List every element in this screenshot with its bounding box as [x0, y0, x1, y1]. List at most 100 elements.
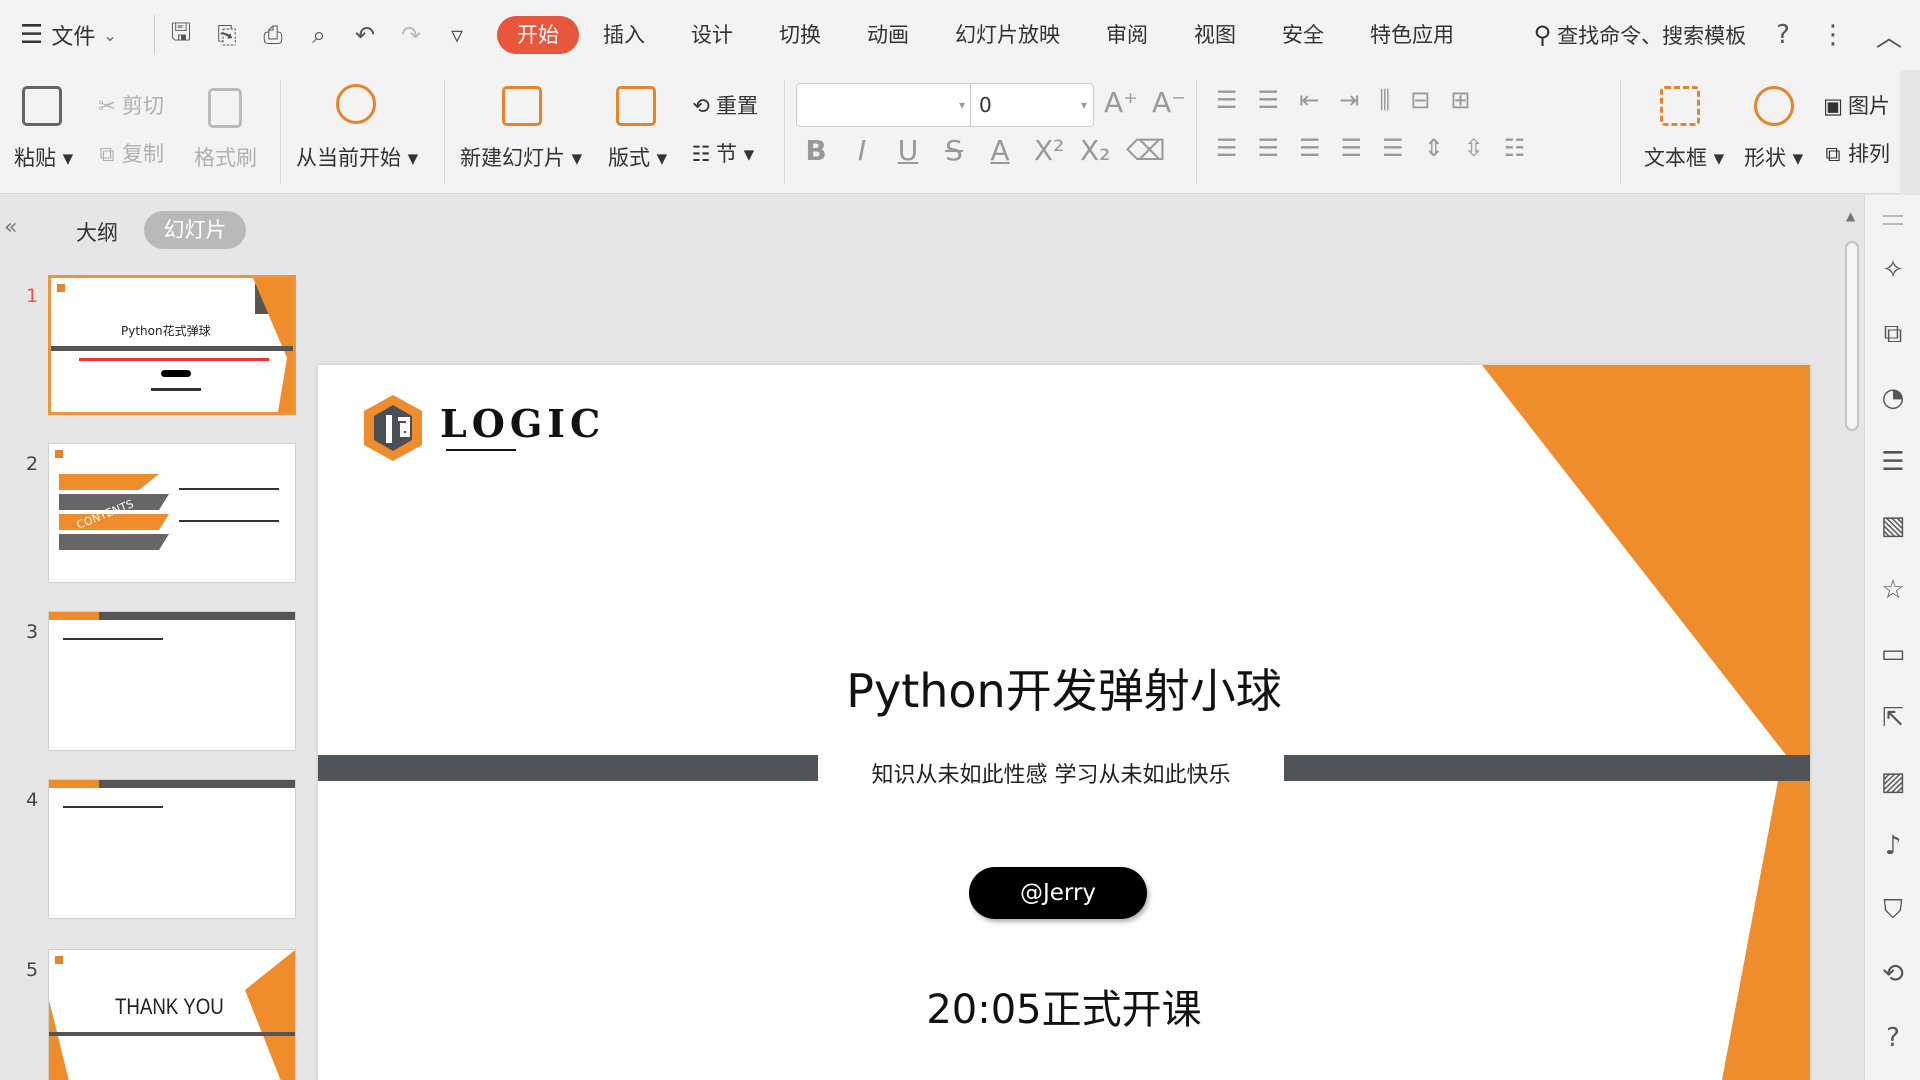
font-color-icon[interactable]: A — [988, 134, 1012, 167]
tab-special-apps[interactable]: 特色应用 — [1348, 16, 1476, 54]
slide-title[interactable]: Python开发弹射小球 — [318, 655, 1810, 721]
increase-font-icon[interactable]: A⁺ — [1104, 86, 1138, 119]
archive-icon[interactable]: ▭ — [1875, 639, 1911, 669]
slide-thumbnail-4[interactable] — [48, 779, 296, 919]
reset-button[interactable]: ⟲ 重置 — [690, 90, 758, 120]
subscript-icon[interactable]: X₂ — [1080, 134, 1110, 167]
paste-button[interactable]: 粘贴 ▾ — [14, 142, 73, 172]
slide-switch-icon[interactable]: ⧉ — [1875, 319, 1911, 350]
undo-icon[interactable]: ↶ — [351, 21, 379, 49]
superscript-icon[interactable]: X² — [1034, 134, 1064, 167]
favorite-star-icon[interactable]: ☆ — [1875, 575, 1911, 605]
new-slide-button[interactable]: 新建幻灯片 ▾ — [460, 142, 582, 172]
strikethrough-icon[interactable]: S — [942, 134, 966, 167]
slide-decoration — [1482, 365, 1810, 1080]
increase-indent-icon[interactable]: ⇥ — [1339, 86, 1359, 114]
command-search[interactable]: ⚲ 查找命令、搜索模板 — [1534, 20, 1747, 50]
align-center-icon[interactable]: ☰ — [1258, 134, 1280, 162]
slide-thumbnail-1[interactable]: Python花式弹球 — [48, 275, 296, 415]
convert-smartart-icon[interactable]: ⊞ — [1450, 86, 1470, 114]
magic-wand-icon[interactable]: ✧ — [1875, 255, 1911, 285]
tab-slideshow[interactable]: 幻灯片放映 — [933, 16, 1082, 54]
print-preview-icon[interactable]: ⌕ — [305, 21, 333, 49]
justify-icon[interactable]: ☰ — [1341, 134, 1363, 162]
slide-thumbnail-5[interactable]: THANK YOU — [48, 949, 296, 1080]
align-text-icon[interactable]: ⊟ — [1410, 86, 1430, 114]
numbered-list-icon[interactable]: ☰ — [1258, 86, 1280, 114]
bold-icon[interactable]: B — [804, 134, 828, 167]
distribute-icon[interactable]: ☰ — [1382, 134, 1404, 162]
arrange-button[interactable]: ⧉ 排列 — [1822, 138, 1891, 168]
tab-insert[interactable]: 插入 — [581, 16, 667, 54]
columns-icon[interactable]: ☷ — [1504, 134, 1526, 162]
shape-effects-icon[interactable]: ◔ — [1875, 383, 1911, 413]
copy-button[interactable]: ⧉ 复制 — [96, 138, 165, 168]
customize-toolbar-icon[interactable]: ▿ — [443, 21, 471, 49]
image-icon[interactable]: ▨ — [1875, 767, 1911, 797]
tab-review[interactable]: 审阅 — [1084, 16, 1170, 54]
slide-thumbnail-2[interactable]: CONTENTS — [48, 443, 296, 583]
tab-outline[interactable]: 大纲 — [76, 217, 118, 247]
align-left-icon[interactable]: ☰ — [1216, 134, 1238, 162]
help-icon[interactable]: ? — [1776, 20, 1790, 50]
help-circle-icon[interactable]: ? — [1875, 1023, 1911, 1053]
underline-icon[interactable]: U — [896, 134, 920, 167]
layout-label: 版式 — [608, 146, 650, 170]
properties-icon[interactable]: ☰ — [1875, 447, 1911, 477]
slide-subtitle[interactable]: 知识从未如此性感 学习从未如此快乐 — [818, 757, 1284, 789]
picture-button[interactable]: ▣ 图片 — [1822, 90, 1890, 120]
collapse-ribbon-icon[interactable]: ︿ — [1876, 17, 1902, 54]
tab-transitions[interactable]: 切换 — [757, 16, 843, 54]
decrease-font-icon[interactable]: A⁻ — [1152, 86, 1186, 119]
history-icon[interactable]: ⟲ — [1875, 959, 1911, 989]
tab-animations[interactable]: 动画 — [845, 16, 931, 54]
scrollbar-thumb[interactable] — [1845, 241, 1859, 431]
export-icon[interactable]: ⎘ — [213, 21, 241, 49]
share-icon[interactable]: ⇱ — [1875, 703, 1911, 733]
text-direction-icon[interactable]: ⫼ — [1379, 86, 1390, 114]
audio-icon[interactable]: ♪ — [1875, 831, 1911, 861]
font-family-select[interactable]: ▾ — [796, 83, 972, 127]
decrease-indent-icon[interactable]: ⇤ — [1299, 86, 1319, 114]
presenter-badge[interactable]: @Jerry — [969, 867, 1147, 919]
menu-bar: ☰ 文件 ⌄ 🖫 ⎘ ⎙ ⌕ ↶ ↷ ▿ 开始 插入 设计 切换 动画 幻灯片放… — [0, 0, 1920, 70]
scroll-up-icon[interactable]: ▲ — [1846, 209, 1855, 223]
bullet-list-icon[interactable]: ☰ — [1216, 86, 1238, 114]
tab-design[interactable]: 设计 — [669, 16, 755, 54]
collapse-panel-icon[interactable]: « — [4, 215, 17, 240]
current-slide[interactable]: LOGIC Python开发弹射小球 知识从未如此性感 学习从未如此快乐 @Je… — [318, 365, 1810, 1080]
italic-icon[interactable]: I — [850, 134, 874, 167]
divider — [784, 80, 785, 184]
menubar-right: ⚲ 查找命令、搜索模板 ? ⋮ ︿ — [1534, 17, 1920, 54]
shield-icon[interactable]: ⛉ — [1875, 895, 1911, 926]
save-icon[interactable]: 🖫 — [167, 15, 195, 56]
thumbnail-title: THANK YOU — [115, 994, 224, 1019]
shape-button[interactable]: 形状 ▾ — [1744, 142, 1803, 172]
redo-icon[interactable]: ↷ — [397, 21, 425, 49]
tab-home[interactable]: 开始 — [497, 16, 579, 54]
gallery-icon[interactable]: ▧ — [1875, 511, 1911, 541]
tab-view[interactable]: 视图 — [1172, 16, 1258, 54]
start-time-text[interactable]: 20:05正式开课 — [318, 977, 1810, 1035]
section-button[interactable]: ☷ 节 ▾ — [690, 138, 755, 168]
align-right-icon[interactable]: ☰ — [1299, 134, 1321, 162]
paragraph-spacing-icon[interactable]: ⇳ — [1464, 134, 1484, 162]
print-icon[interactable]: ⎙ — [259, 21, 287, 49]
tab-slides[interactable]: 幻灯片 — [144, 211, 246, 249]
format-painter-button[interactable]: 格式刷 — [194, 142, 257, 172]
divider — [1620, 80, 1621, 184]
line-spacing-icon[interactable]: ⇕ — [1424, 134, 1444, 162]
from-current-slide-button[interactable]: 从当前开始 ▾ — [296, 142, 418, 172]
font-size-select[interactable]: 0 ▾ — [970, 83, 1094, 127]
textbox-button[interactable]: 文本框 ▾ — [1644, 142, 1724, 172]
slide-thumbnail-3[interactable] — [48, 611, 296, 751]
file-menu[interactable]: ☰ 文件 ⌄ — [0, 19, 142, 51]
tab-security[interactable]: 安全 — [1260, 16, 1346, 54]
cut-button[interactable]: ✂ 剪切 — [96, 90, 164, 120]
sidebar-grip — [1883, 215, 1903, 225]
clear-format-icon[interactable]: ⌫ — [1126, 134, 1166, 167]
layout-button[interactable]: 版式 ▾ — [608, 142, 667, 172]
more-icon[interactable]: ⋮ — [1820, 20, 1846, 50]
logo-text: LOGIC — [440, 401, 606, 446]
vertical-scrollbar[interactable]: ▲ — [1840, 195, 1864, 1080]
